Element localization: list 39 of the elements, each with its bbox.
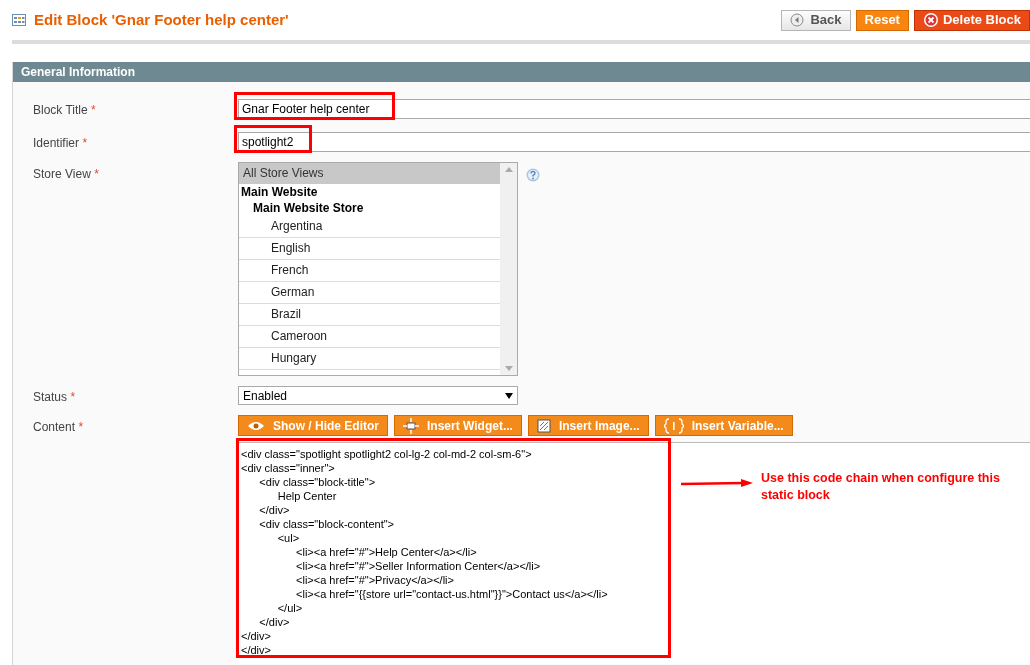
store-option[interactable]: English [239,238,500,260]
store-option[interactable]: Brazil [239,304,500,326]
code-text: <div class="spotlight spotlight2 col-lg-2 col-md-2 col-sm-6"> <div class="inner"> <div class="block-title"> Help Center </div> <div class="block-content"> <ul> <li><a href="#">Help Center</a></li> <li><a href="#">Seller Information Center</a></li> <li><a href="#">Privacy</a></li> <li><a href="{{store url="contact-us.html"}}">Contact us</a></li> </ul> </div> </div> </div> [240,447,608,657]
eye-icon [247,419,265,432]
scroll-down-icon[interactable] [504,366,513,371]
store-option[interactable]: All Store Views [239,163,500,184]
select-value: Enabled [243,387,288,405]
store-view-list[interactable]: All Store Views Main Website Main Website Store Argentina English French German Brazil Cameroon Hungary [238,162,518,376]
annotation-note: Use this code chain when configure this static block [761,470,1001,504]
scrollbar[interactable] [500,163,517,375]
store-option[interactable]: Hungary [239,348,500,370]
section-header: General Information [13,62,1030,82]
store-option[interactable]: French [239,260,500,282]
arrow-icon [681,479,753,489]
option-group: Main Website [239,184,500,200]
page-title: Edit Block 'Gnar Footer help center' [34,9,289,30]
store-option[interactable]: German [239,282,500,304]
store-option[interactable]: Argentina [239,216,500,238]
close-icon [922,12,939,28]
status-select[interactable]: Enabled [238,386,518,405]
back-button[interactable]: Back [781,9,851,31]
help-icon[interactable] [526,168,540,182]
store-option[interactable]: Cameroon [239,326,500,348]
image-icon [536,418,551,433]
field-label: Block Title * [33,101,97,119]
delete-button[interactable]: Delete Block [913,9,1030,31]
text-field[interactable]: spotlight2 [238,132,1030,152]
scroll-up-icon[interactable] [504,167,513,172]
option-group: Main Website Store [239,200,500,216]
content-editor[interactable] [238,442,1030,664]
field-label: Status * [33,389,77,406]
widget-icon [403,417,419,434]
grid-icon [12,14,26,26]
variable-icon [663,417,684,434]
dropdown-caret-icon [505,392,513,399]
text-field[interactable]: Gnar Footer help center [238,99,1030,119]
field-label: Identifier * [33,134,89,152]
field-label: Store View * [33,166,100,183]
field-label: Content * [33,419,85,436]
